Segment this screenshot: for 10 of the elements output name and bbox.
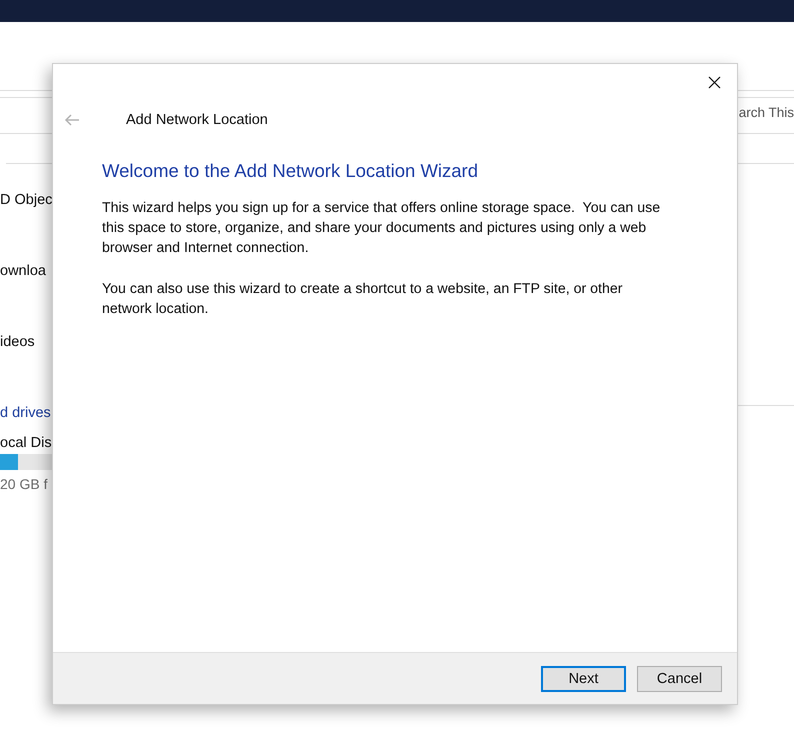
search-field[interactable]: arch This (738, 105, 794, 120)
dialog-title: Add Network Location (126, 112, 268, 128)
drive-usage-bar (0, 454, 52, 470)
description-text: This wizard helps you sign up for a service that offers online storage space. You can use this space to store, organize, and share your documents and pictures using only a web browser and Internet connection. (102, 199, 662, 258)
cancel-button[interactable]: Cancel (637, 666, 722, 692)
description-text: You can also use this wizard to create a shortcut to a website, an FTP site, or other network location. (102, 280, 624, 319)
free-space-text: 20 GB f (0, 476, 48, 492)
next-button[interactable]: Next (541, 666, 626, 692)
close-icon[interactable] (708, 76, 721, 89)
wizard-heading: Welcome to the Add Network Location Wizard (102, 160, 479, 182)
